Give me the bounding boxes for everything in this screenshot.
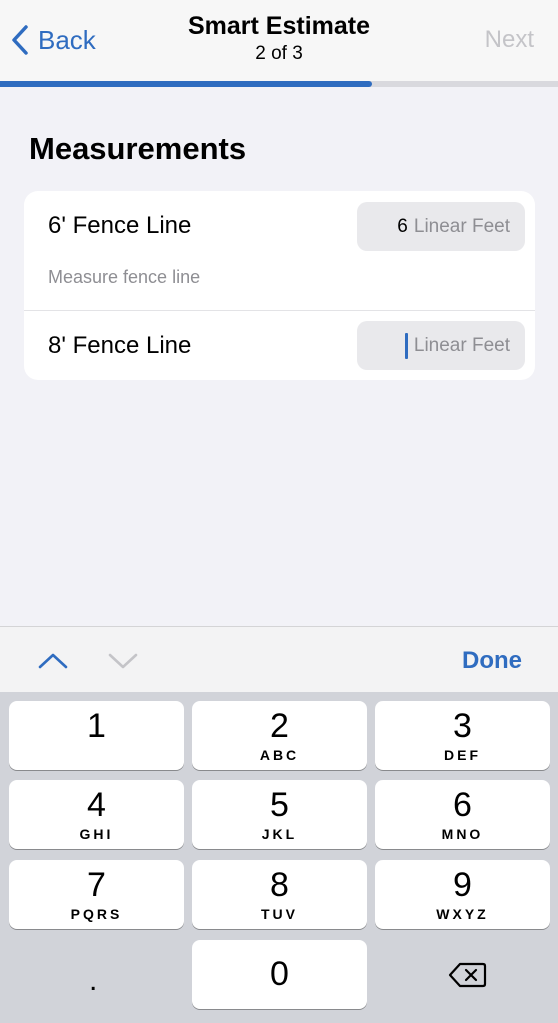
key-letters: PQRS [70,906,123,922]
key-letters: TUV [261,906,298,922]
row-label-6ft-fence: 6' Fence Line [48,212,192,239]
row-label-8ft-fence: 8' Fence Line [48,332,192,359]
key-digit: 3 [453,707,472,745]
key-letters: DEF [444,747,481,763]
measurements-card: 6' Fence Line 6 Linear Feet Measure fenc… [24,191,535,380]
row-hint: Measure fence line [48,267,201,287]
done-button[interactable]: Done [462,647,522,675]
key-2[interactable]: 2 ABC [192,701,367,770]
next-field-chevron-down-icon[interactable] [106,645,140,675]
navigation-bar: Back Smart Estimate 2 of 3 Next [0,0,558,82]
step-indicator: 2 of 3 [255,43,303,64]
key-digit: 9 [453,866,472,904]
row-divider [24,310,535,311]
keyboard-toolbar: Done [0,626,558,693]
input-placeholder: Linear Feet [413,334,510,356]
section-title: Measurements [29,131,247,166]
key-8[interactable]: 8 TUV [192,860,367,929]
input-unit: Linear Feet [413,215,510,237]
key-letters: MNO [441,826,484,842]
next-button[interactable]: Next [485,26,534,54]
key-letters: WXYZ [436,906,489,922]
key-digit: 2 [270,707,289,745]
key-digit: 1 [87,707,106,745]
backspace-icon[interactable] [447,960,487,990]
numeric-keypad: 1 2 ABC 3 DEF 4 GHI 5 JKL 6 MNO 7 PQRS 8… [0,692,558,1023]
previous-field-chevron-up-icon[interactable] [36,645,70,675]
key-digit: 4 [87,786,106,824]
key-9[interactable]: 9 WXYZ [375,860,550,929]
key-digit: 7 [87,866,106,904]
linear-feet-input-8ft[interactable]: Linear Feet [357,321,525,370]
key-7[interactable]: 7 PQRS [9,860,184,929]
key-decimal[interactable]: . [89,964,97,998]
key-1[interactable]: 1 [9,701,184,770]
key-letters: ABC [259,747,300,763]
key-digit: 5 [270,786,289,824]
linear-feet-input-6ft[interactable]: 6 Linear Feet [357,202,525,251]
text-cursor [404,332,408,359]
page-title: Smart Estimate [187,12,371,40]
input-value: 6 [397,215,408,237]
key-4[interactable]: 4 GHI [9,780,184,849]
key-letters: JKL [261,826,298,842]
key-6[interactable]: 6 MNO [375,780,550,849]
progress-bar [0,81,558,87]
key-0[interactable]: 0 [192,940,367,1009]
progress-fill [0,81,373,87]
key-digit: 6 [453,786,472,824]
key-digit: 8 [270,866,289,904]
key-letters: GHI [79,826,114,842]
key-digit: 0 [270,955,289,993]
key-5[interactable]: 5 JKL [192,780,367,849]
key-3[interactable]: 3 DEF [375,701,550,770]
